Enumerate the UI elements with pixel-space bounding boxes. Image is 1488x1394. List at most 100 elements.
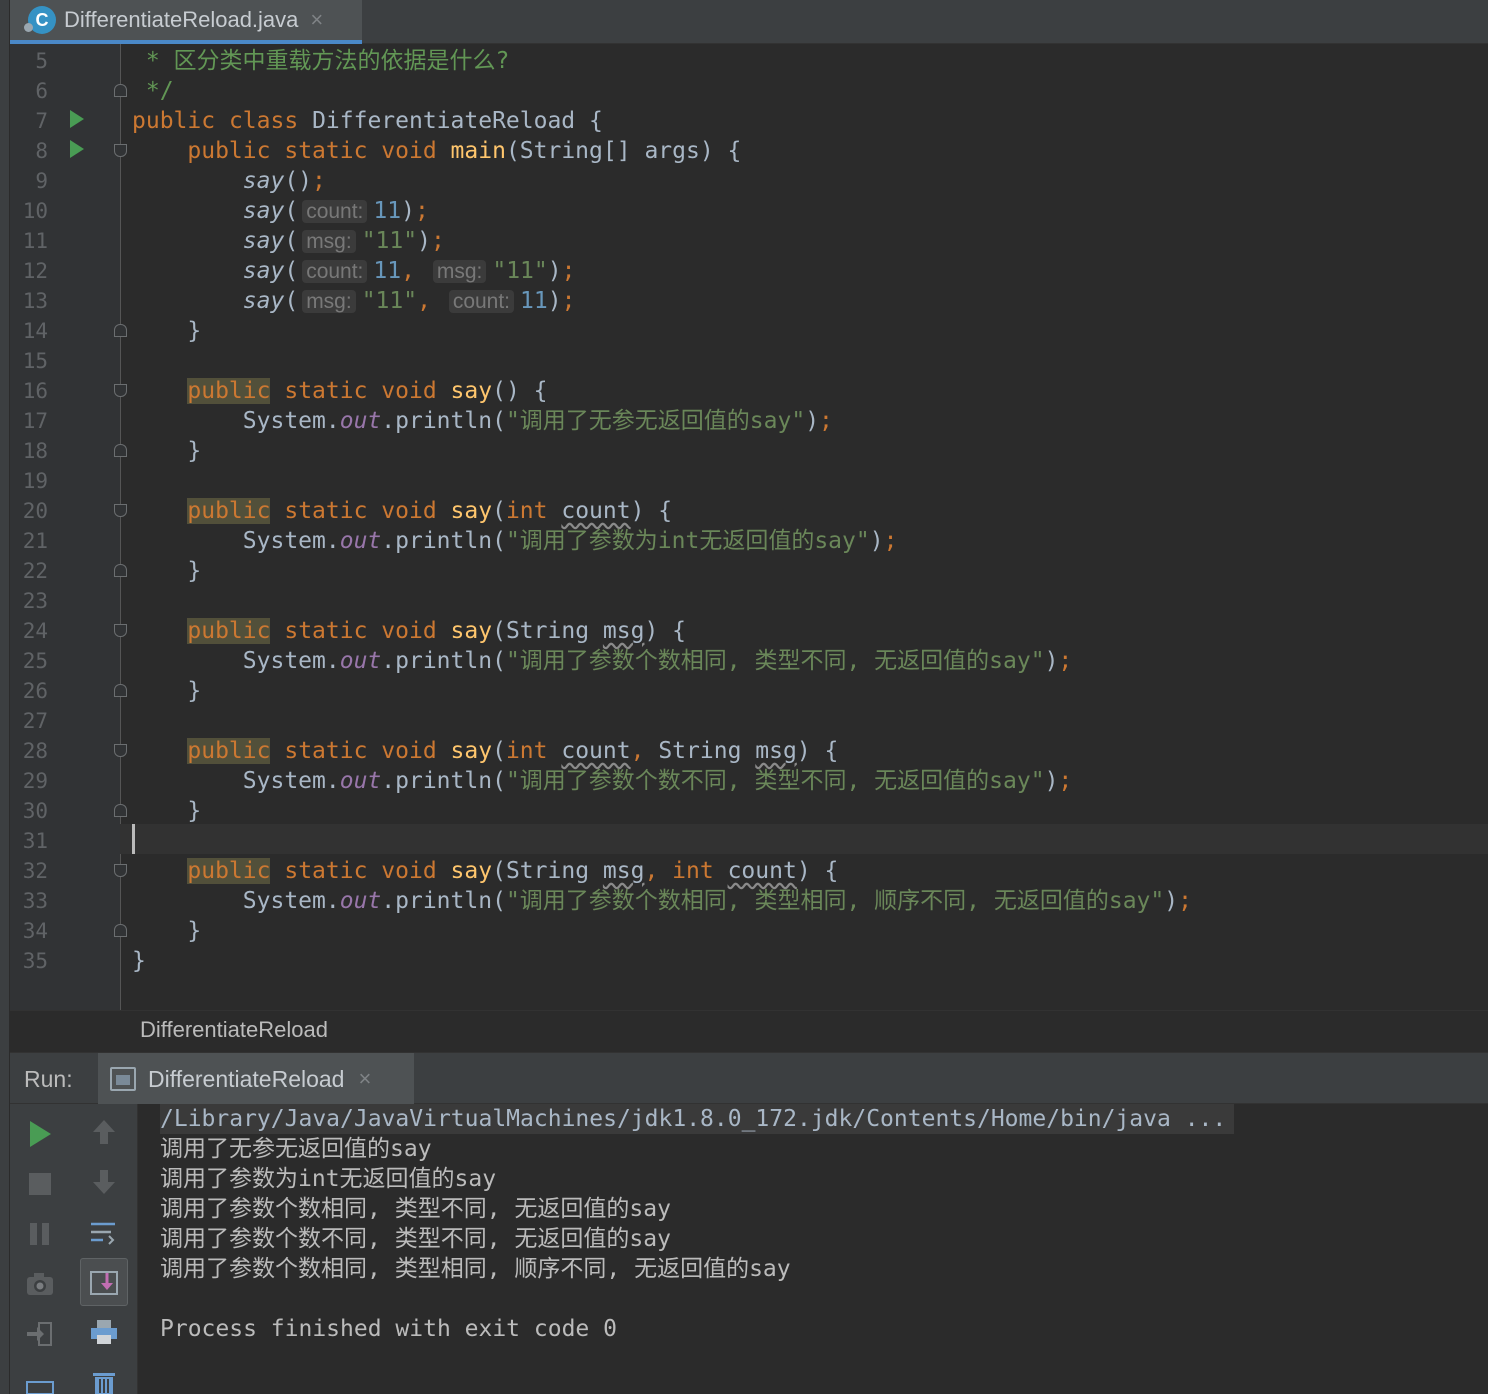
breadcrumb-item[interactable]: DifferentiateReload [140, 1017, 328, 1043]
string: "11" [361, 228, 418, 254]
line-number: 12 [22, 259, 48, 283]
keyword: static [284, 738, 368, 764]
breadcrumb[interactable]: DifferentiateReload [10, 1010, 1488, 1052]
fold-icon[interactable] [114, 84, 127, 97]
console-line: 调用了参数为int无返回值的say [160, 1166, 497, 1192]
line-number: 33 [22, 889, 48, 913]
method-call: println [395, 768, 493, 794]
print-icon[interactable] [84, 1312, 124, 1352]
run-main-icon[interactable] [70, 140, 84, 158]
line-number: 20 [22, 499, 48, 523]
param-hint: msg: [302, 290, 356, 313]
keyword: static [284, 858, 368, 884]
keyword: void [381, 618, 437, 644]
tab-label: DifferentiateReload.java [64, 7, 299, 32]
fold-icon[interactable] [114, 684, 127, 697]
run-toolbar-left [10, 1104, 70, 1394]
down-arrow-icon[interactable] [84, 1162, 124, 1202]
console-exit-line: Process finished with exit code 0 [160, 1316, 617, 1342]
layout-icon[interactable] [20, 1364, 60, 1394]
line-number: 18 [22, 439, 48, 463]
fold-icon[interactable] [114, 564, 127, 577]
line-number: 5 [35, 49, 48, 73]
fold-icon[interactable] [114, 444, 127, 457]
fold-icon[interactable] [114, 324, 127, 337]
param: count [561, 498, 631, 524]
exit-icon[interactable] [20, 1314, 60, 1354]
fold-icon[interactable] [114, 864, 127, 877]
param-hint: msg: [432, 260, 487, 283]
up-arrow-icon[interactable] [84, 1112, 124, 1152]
line-number: 21 [22, 529, 48, 553]
line-number: 23 [22, 589, 48, 613]
code-line-10: say(count: 11); [242, 198, 429, 224]
soft-wrap-icon[interactable] [84, 1212, 124, 1252]
param-hint: count: [302, 200, 368, 223]
fold-icon[interactable] [114, 804, 127, 817]
type: String [519, 138, 603, 164]
keyword: int [672, 858, 714, 884]
close-icon[interactable]: × [358, 1066, 371, 1092]
fold-icon[interactable] [114, 924, 127, 937]
method-name: say [450, 858, 493, 884]
line-number: 25 [22, 649, 48, 673]
text-caret [132, 824, 135, 854]
param: msg [755, 738, 797, 764]
method-call: println [395, 528, 493, 554]
keyword: static [284, 138, 368, 164]
method-call: say [242, 228, 285, 254]
fold-icon[interactable] [114, 744, 127, 757]
string: "调用了参数个数相同, 类型相同, 顺序不同, 无返回值的say" [505, 888, 1165, 914]
code-line-6: */ [132, 76, 174, 106]
param: args [644, 138, 700, 164]
console-command-line: /Library/Java/JavaVirtualMachines/jdk1.8… [160, 1104, 1235, 1134]
run-toolbar-right [70, 1104, 138, 1394]
close-icon[interactable]: × [310, 7, 323, 33]
keyword: int [505, 498, 548, 524]
class-ref: System [242, 648, 326, 674]
keyword: void [381, 858, 437, 884]
keyword: static [284, 618, 368, 644]
keyword: void [381, 498, 437, 524]
stop-icon[interactable] [20, 1164, 60, 1204]
fold-icon[interactable] [114, 504, 127, 517]
rerun-icon[interactable] [20, 1114, 60, 1154]
pause-icon[interactable] [20, 1214, 60, 1254]
method-call: println [395, 888, 493, 914]
code-line-11: say(msg: "11"); [242, 228, 445, 254]
comment: */ [132, 78, 174, 104]
tab-differentiate-reload[interactable]: C DifferentiateReload.java × [10, 0, 362, 44]
fold-icon[interactable] [114, 624, 127, 637]
line-number: 24 [22, 619, 48, 643]
run-label: Run: [24, 1066, 73, 1092]
class-ref: System [242, 768, 326, 794]
camera-icon[interactable] [20, 1264, 60, 1304]
code-editor[interactable]: 5 6 7 8 9 10 11 12 13 14 15 16 17 18 19 … [10, 44, 1488, 1010]
method-call: say [242, 258, 285, 284]
fold-icon[interactable] [114, 384, 127, 397]
trash-icon[interactable] [84, 1362, 124, 1394]
java-class-icon: C [24, 6, 56, 34]
class-ref: System [242, 528, 326, 554]
fold-icon[interactable] [114, 144, 127, 157]
console-icon [110, 1067, 136, 1091]
console-output[interactable]: /Library/Java/JavaVirtualMachines/jdk1.8… [138, 1104, 1488, 1394]
param-hint: count: [302, 260, 368, 283]
run-class-icon[interactable] [70, 110, 84, 128]
code-line-16: public static void say() { [187, 378, 548, 404]
code-line-14: } [132, 318, 202, 344]
line-number: 35 [22, 949, 48, 973]
line-number: 30 [22, 799, 48, 823]
method-call: println [395, 648, 493, 674]
current-line-highlight [120, 824, 1488, 854]
run-tab[interactable]: DifferentiateReload × [98, 1053, 414, 1105]
line-number: 22 [22, 559, 48, 583]
type: String [505, 618, 590, 644]
code-line-30: } [132, 798, 202, 824]
scroll-to-end-icon[interactable] [80, 1258, 128, 1306]
code-line-24: public static void say(String msg) { [187, 618, 686, 644]
param: count [561, 738, 631, 764]
code-line-9: say(); [242, 168, 326, 194]
field: out [339, 888, 382, 914]
keyword: public [187, 858, 271, 884]
